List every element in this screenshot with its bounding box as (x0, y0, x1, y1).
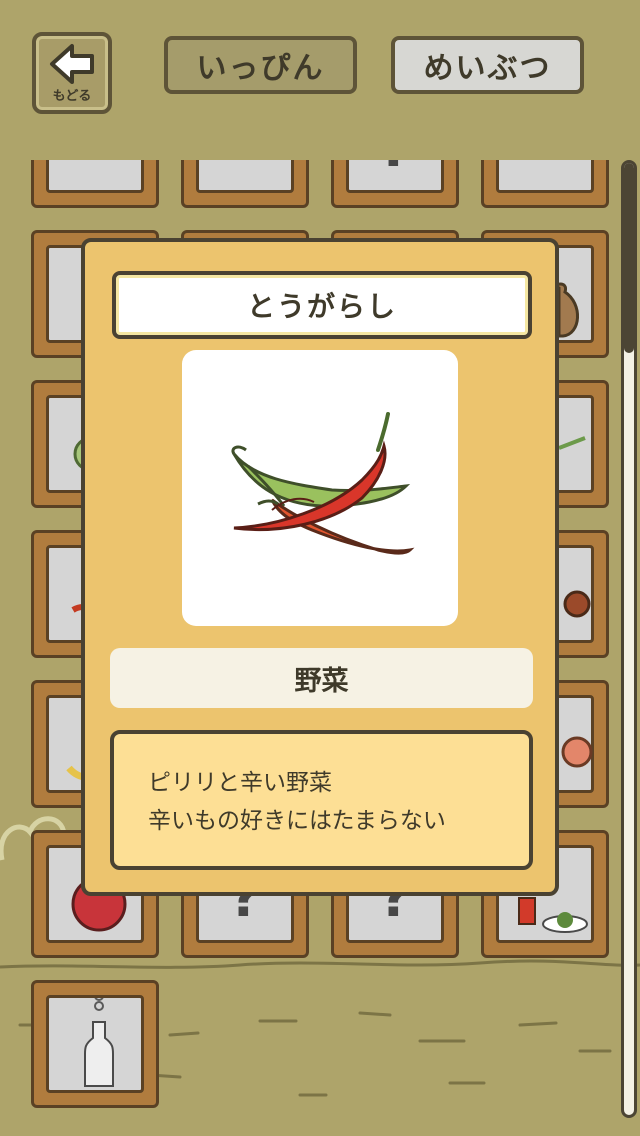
bottle-icon (84, 998, 114, 1087)
scrollbar[interactable] (621, 160, 637, 1118)
scrollbar-thumb[interactable] (624, 163, 634, 353)
item-slot[interactable] (31, 980, 159, 1108)
header: もどる いっぴん めいぶつ (0, 0, 640, 160)
back-button[interactable]: もどる (32, 32, 112, 114)
tab-ippin[interactable]: いっぴん (164, 36, 357, 94)
item-description: ピリリと辛い野菜 辛いもの好きにはたまらない (110, 730, 533, 870)
item-category: 野菜 (110, 648, 533, 708)
slot-inner (46, 995, 144, 1093)
chili-pepper-icon (231, 412, 415, 555)
item-image (182, 350, 458, 626)
description-line: ピリリと辛い野菜 (148, 770, 332, 796)
description-line: 辛いもの好きにはたまらない (148, 808, 446, 834)
item-detail-card[interactable]: とうがらし 野菜 ピリリと辛い野菜 辛いもの好きにはたまらない (81, 238, 559, 896)
item-name: とうがらし (112, 271, 532, 339)
tab-meibutsu[interactable]: めいぶつ (391, 36, 584, 94)
back-label: もどる (52, 89, 92, 104)
